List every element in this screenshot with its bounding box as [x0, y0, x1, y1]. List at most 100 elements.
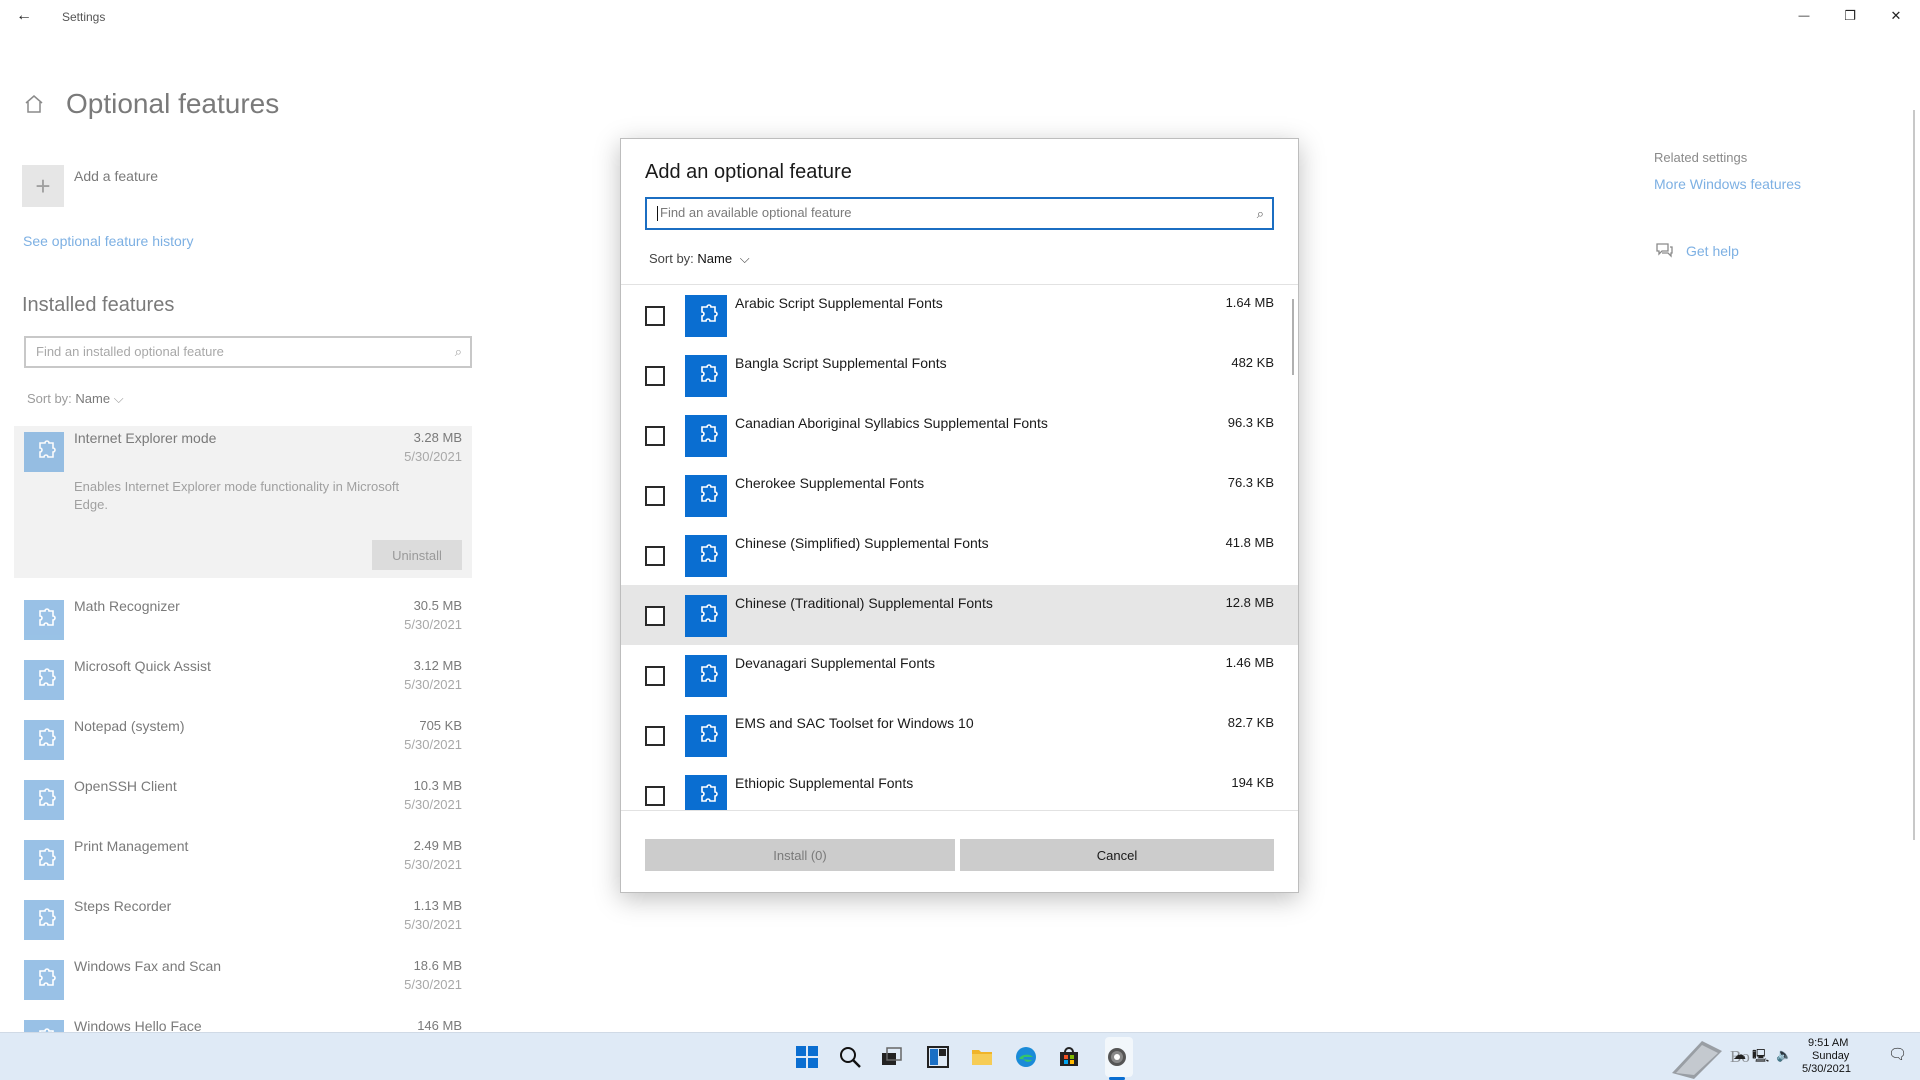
feature-size: 2.49 MB: [413, 838, 462, 853]
clock-time[interactable]: 9:51 AM: [1808, 1037, 1848, 1049]
sort-value: Name: [697, 251, 733, 266]
clock-day[interactable]: Sunday: [1812, 1050, 1849, 1062]
feature-date: 5/30/2021: [404, 917, 462, 932]
puzzle-icon: [24, 840, 64, 880]
page-scrollbar[interactable]: [1913, 110, 1915, 840]
get-help-link[interactable]: Get help: [1686, 243, 1739, 259]
close-button[interactable]: ✕: [1873, 0, 1919, 32]
feature-checkbox[interactable]: [645, 546, 665, 566]
feature-checkbox[interactable]: [645, 606, 665, 626]
feature-size: 194 KB: [1231, 775, 1274, 790]
home-icon[interactable]: [22, 92, 46, 116]
task-view-icon[interactable]: [878, 1043, 906, 1071]
back-arrow-icon: ←: [16, 7, 32, 24]
windows-start-icon[interactable]: [793, 1043, 821, 1071]
installed-feature-expanded[interactable]: Internet Explorer mode 3.28 MB 5/30/2021…: [14, 426, 472, 578]
available-feature-row[interactable]: Chinese (Traditional) Supplemental Fonts…: [621, 585, 1298, 645]
available-feature-row[interactable]: Bangla Script Supplemental Fonts 482 KB: [621, 345, 1298, 405]
minimize-button[interactable]: —: [1781, 0, 1827, 32]
volume-icon[interactable]: 🔈: [1776, 1047, 1792, 1063]
available-feature-row[interactable]: Chinese (Simplified) Supplemental Fonts 4…: [621, 525, 1298, 585]
feature-name: Notepad (system): [74, 718, 185, 734]
installed-feature-row[interactable]: Math Recognizer 30.5 MB 5/30/2021: [14, 594, 472, 654]
minimize-icon: —: [1798, 10, 1810, 22]
available-sort-dropdown[interactable]: Sort by: Name ⌵: [649, 251, 750, 267]
feature-checkbox[interactable]: [645, 786, 665, 806]
sort-value: Name: [75, 391, 111, 406]
feature-checkbox[interactable]: [645, 426, 665, 446]
restore-icon: ❐: [1844, 8, 1856, 23]
add-feature-label[interactable]: Add a feature: [74, 168, 158, 184]
clock-date[interactable]: 5/30/2021: [1802, 1063, 1851, 1075]
available-feature-row[interactable]: Cherokee Supplemental Fonts 76.3 KB: [621, 465, 1298, 525]
installed-feature-row[interactable]: Steps Recorder 1.13 MB 5/30/2021: [14, 894, 472, 954]
feature-name: Devanagari Supplemental Fonts: [735, 655, 936, 671]
text-caret: [657, 206, 658, 222]
app-title: Settings: [62, 10, 106, 24]
available-feature-row[interactable]: Devanagari Supplemental Fonts 1.46 MB: [621, 645, 1298, 705]
edge-icon[interactable]: [1012, 1043, 1040, 1071]
sort-label: Sort by:: [649, 251, 694, 266]
installed-feature-row[interactable]: Print Management 2.49 MB 5/30/2021: [14, 834, 472, 894]
taskbar: Bo ☁ 🖳 🔈 9:51 AM Sunday 5/30/2021 🗨: [0, 1032, 1920, 1080]
available-feature-row[interactable]: Ethiopic Supplemental Fonts 194 KB: [621, 765, 1298, 810]
feature-size: 18.6 MB: [413, 958, 462, 973]
feature-name: Cherokee Supplemental Fonts: [735, 475, 925, 491]
puzzle-icon: [685, 655, 727, 697]
feature-size: 3.12 MB: [413, 658, 462, 673]
feature-checkbox[interactable]: [645, 366, 665, 386]
feature-checkbox[interactable]: [645, 486, 665, 506]
back-button[interactable]: ←: [10, 4, 38, 28]
feature-size: 10.3 MB: [413, 778, 462, 793]
search-icon: ⌕: [1256, 206, 1264, 221]
feature-checkbox[interactable]: [645, 726, 665, 746]
dialog-title: Add an optional feature: [645, 161, 852, 183]
restore-button[interactable]: ❐: [1827, 0, 1873, 32]
uninstall-button[interactable]: Uninstall: [372, 540, 462, 570]
puzzle-icon: [685, 475, 727, 517]
related-settings-heading: Related settings: [1654, 150, 1748, 165]
search-icon[interactable]: [836, 1043, 864, 1071]
available-feature-row[interactable]: Arabic Script Supplemental Fonts 1.64 MB: [621, 285, 1298, 345]
file-explorer-icon[interactable]: [968, 1043, 996, 1071]
installed-search-input[interactable]: Find an installed optional feature ⌕: [24, 336, 472, 368]
available-feature-row[interactable]: EMS and SAC Toolset for Windows 10 82.7 K…: [621, 705, 1298, 765]
install-button[interactable]: Install (0): [645, 839, 955, 871]
available-search-placeholder: Find an available optional feature: [660, 205, 852, 220]
help-chat-icon: [1654, 240, 1674, 260]
chevron-down-icon: ⌵: [739, 251, 750, 266]
feature-name: Chinese (Traditional) Supplemental Fonts: [735, 595, 993, 611]
installed-feature-row[interactable]: OpenSSH Client 10.3 MB 5/30/2021: [14, 774, 472, 834]
feature-name: Arabic Script Supplemental Fonts: [735, 295, 943, 311]
installed-features-heading: Installed features: [22, 294, 175, 316]
installed-sort-dropdown[interactable]: Sort by: Name ⌵: [27, 391, 124, 407]
feature-size: 96.3 KB: [1227, 415, 1274, 430]
puzzle-icon: [685, 355, 727, 397]
installed-feature-row[interactable]: Windows Fax and Scan 18.6 MB 5/30/2021: [14, 954, 472, 1014]
more-windows-features-link[interactable]: More Windows features: [1654, 176, 1801, 192]
feature-size: 1.64 MB: [1225, 295, 1274, 310]
store-icon[interactable]: [1055, 1043, 1083, 1071]
settings-icon[interactable]: [1103, 1043, 1131, 1071]
settings-window: ← Settings — ❐ ✕ Optional features + Add…: [0, 0, 1920, 1080]
feature-description: Enables Internet Explorer mode functiona…: [74, 479, 400, 512]
puzzle-icon: [685, 775, 727, 810]
feature-name: EMS and SAC Toolset for Windows 10: [735, 715, 974, 731]
available-search-input[interactable]: Find an available optional feature ⌕: [645, 197, 1274, 230]
feature-name: Math Recognizer: [74, 598, 180, 614]
feature-size: 76.3 KB: [1227, 475, 1274, 490]
feature-checkbox[interactable]: [645, 306, 665, 326]
onedrive-icon[interactable]: ☁: [1733, 1047, 1746, 1063]
network-icon[interactable]: 🖳: [1752, 1047, 1769, 1069]
feature-size: 3.28 MB: [413, 430, 462, 445]
page-title: Optional features: [66, 88, 280, 119]
widgets-icon[interactable]: [924, 1043, 952, 1071]
feature-history-link[interactable]: See optional feature history: [23, 233, 193, 249]
installed-feature-row[interactable]: Microsoft Quick Assist 3.12 MB 5/30/2021: [14, 654, 472, 714]
add-feature-button[interactable]: +: [22, 165, 64, 207]
available-feature-row[interactable]: Canadian Aboriginal Syllabics Supplement…: [621, 405, 1298, 465]
notifications-icon[interactable]: 🗨: [1888, 1045, 1907, 1063]
installed-feature-row[interactable]: Notepad (system) 705 KB 5/30/2021: [14, 714, 472, 774]
cancel-button[interactable]: Cancel: [960, 839, 1274, 871]
feature-checkbox[interactable]: [645, 666, 665, 686]
